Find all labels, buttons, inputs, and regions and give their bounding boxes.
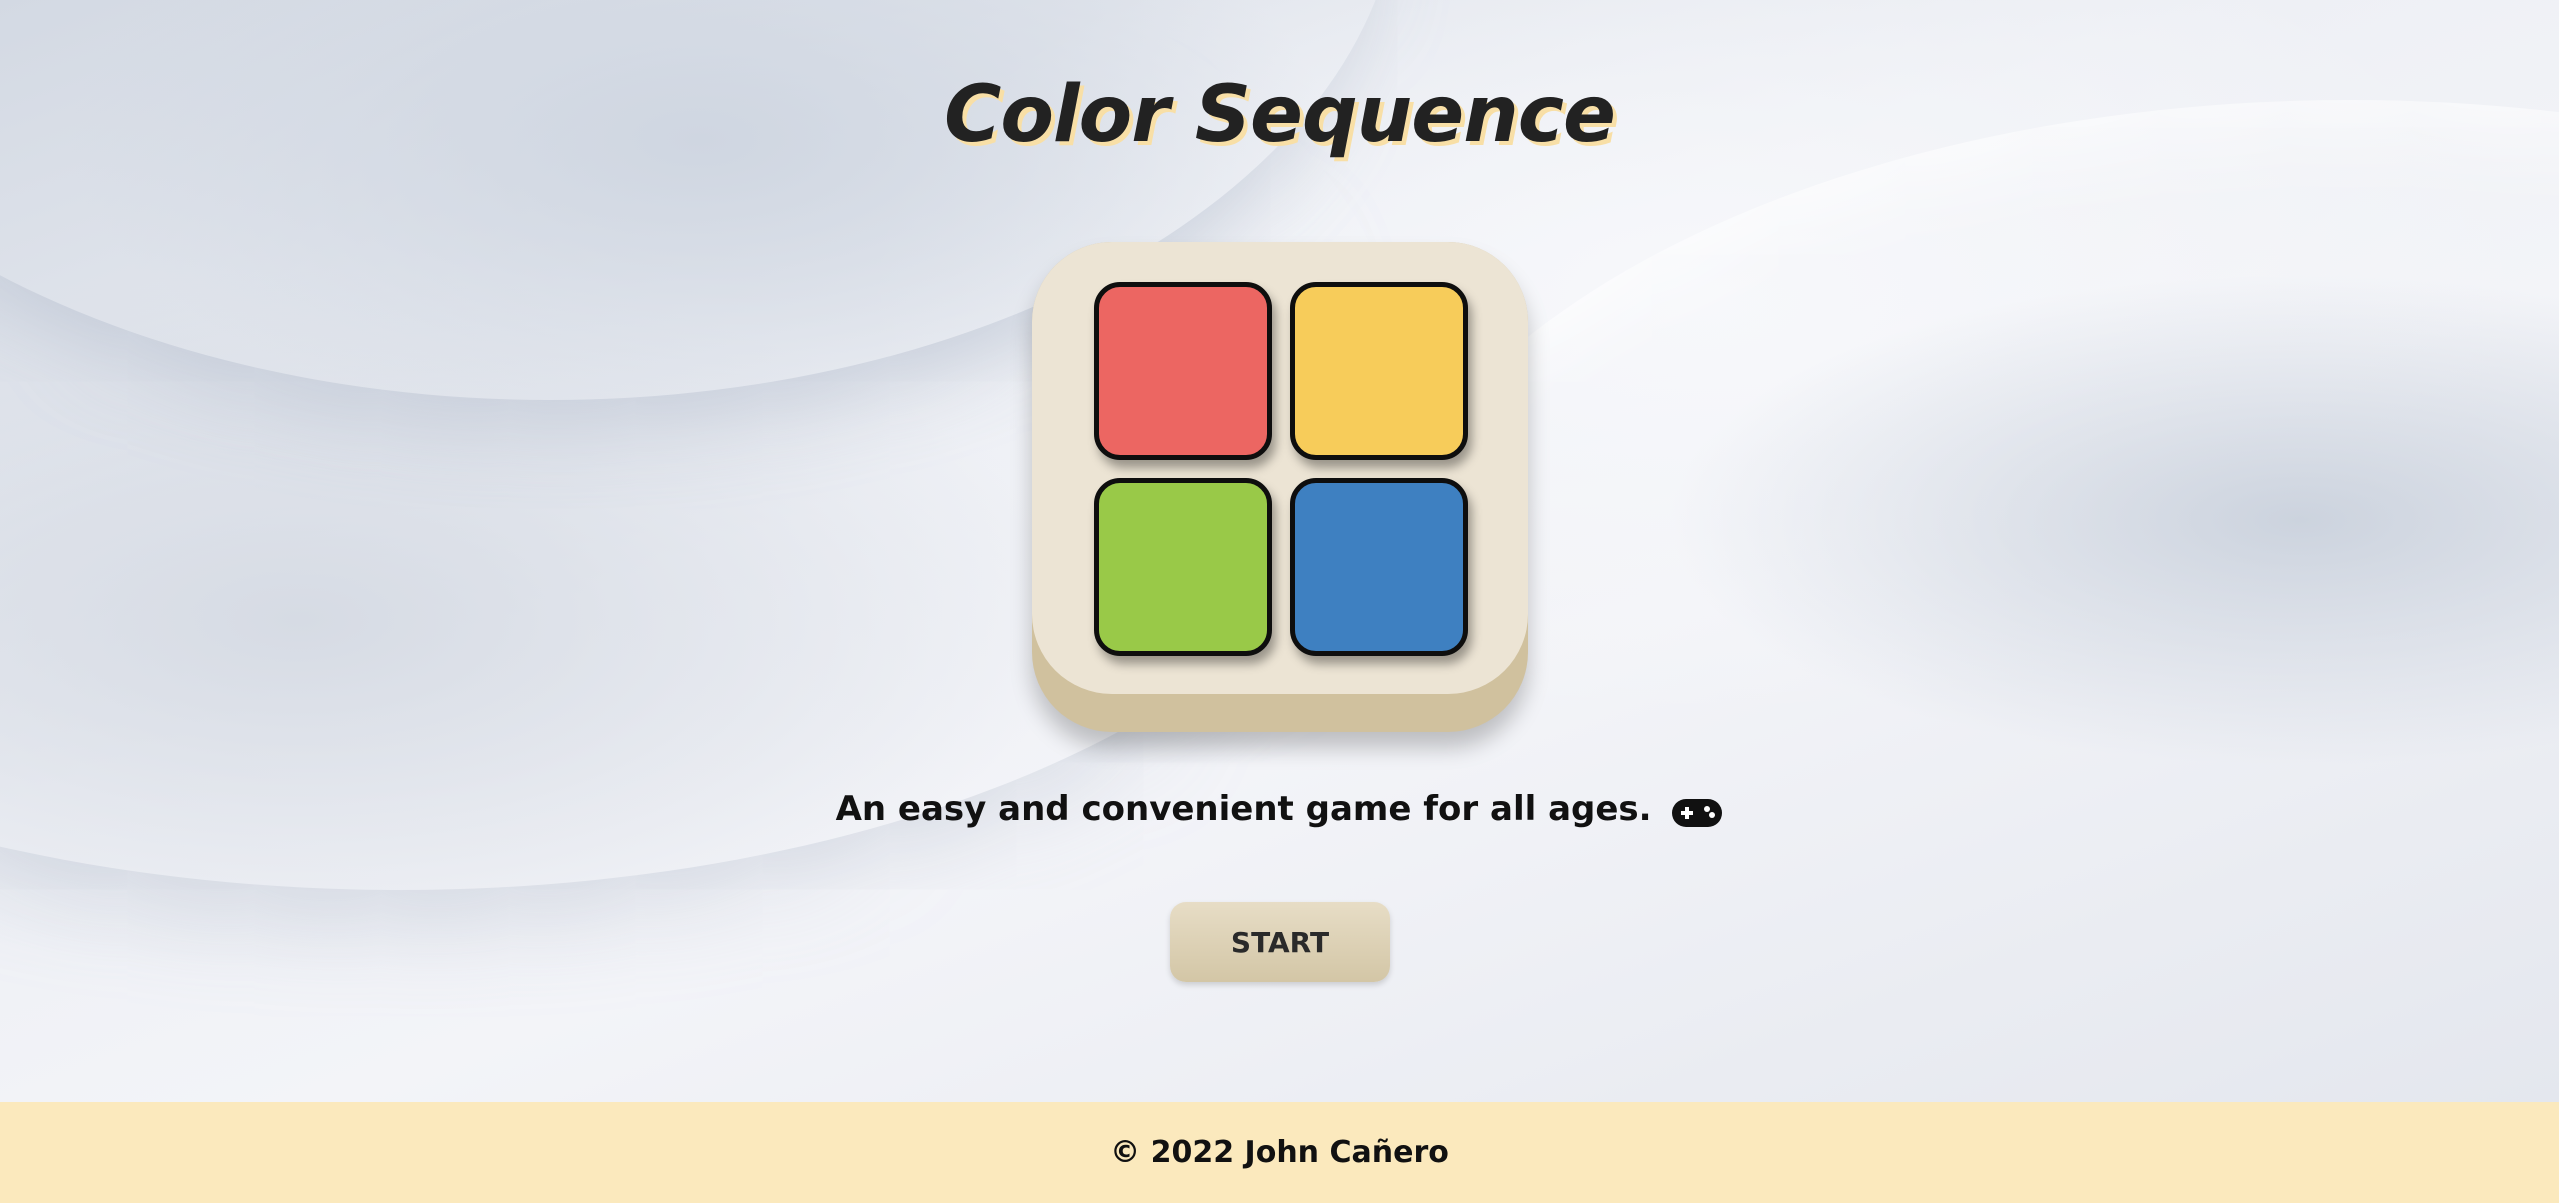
game-board [1032, 242, 1528, 732]
footer: © 2022 John Cañero [0, 1102, 2559, 1203]
red-pad[interactable] [1094, 282, 1272, 460]
game-board-surface [1032, 242, 1528, 694]
green-pad[interactable] [1094, 478, 1272, 656]
blue-pad[interactable] [1290, 478, 1468, 656]
start-button[interactable]: START [1170, 902, 1390, 982]
game-title: Color Sequence [944, 70, 1616, 160]
yellow-pad[interactable] [1290, 282, 1468, 460]
background-wave [1350, 100, 2559, 1102]
copyright-text: © 2022 John Cañero [1110, 1135, 1449, 1170]
gamepad-icon [1671, 792, 1723, 827]
tagline: An easy and convenient game for all ages… [0, 784, 2559, 834]
tagline-text: An easy and convenient game for all ages… [835, 789, 1652, 829]
